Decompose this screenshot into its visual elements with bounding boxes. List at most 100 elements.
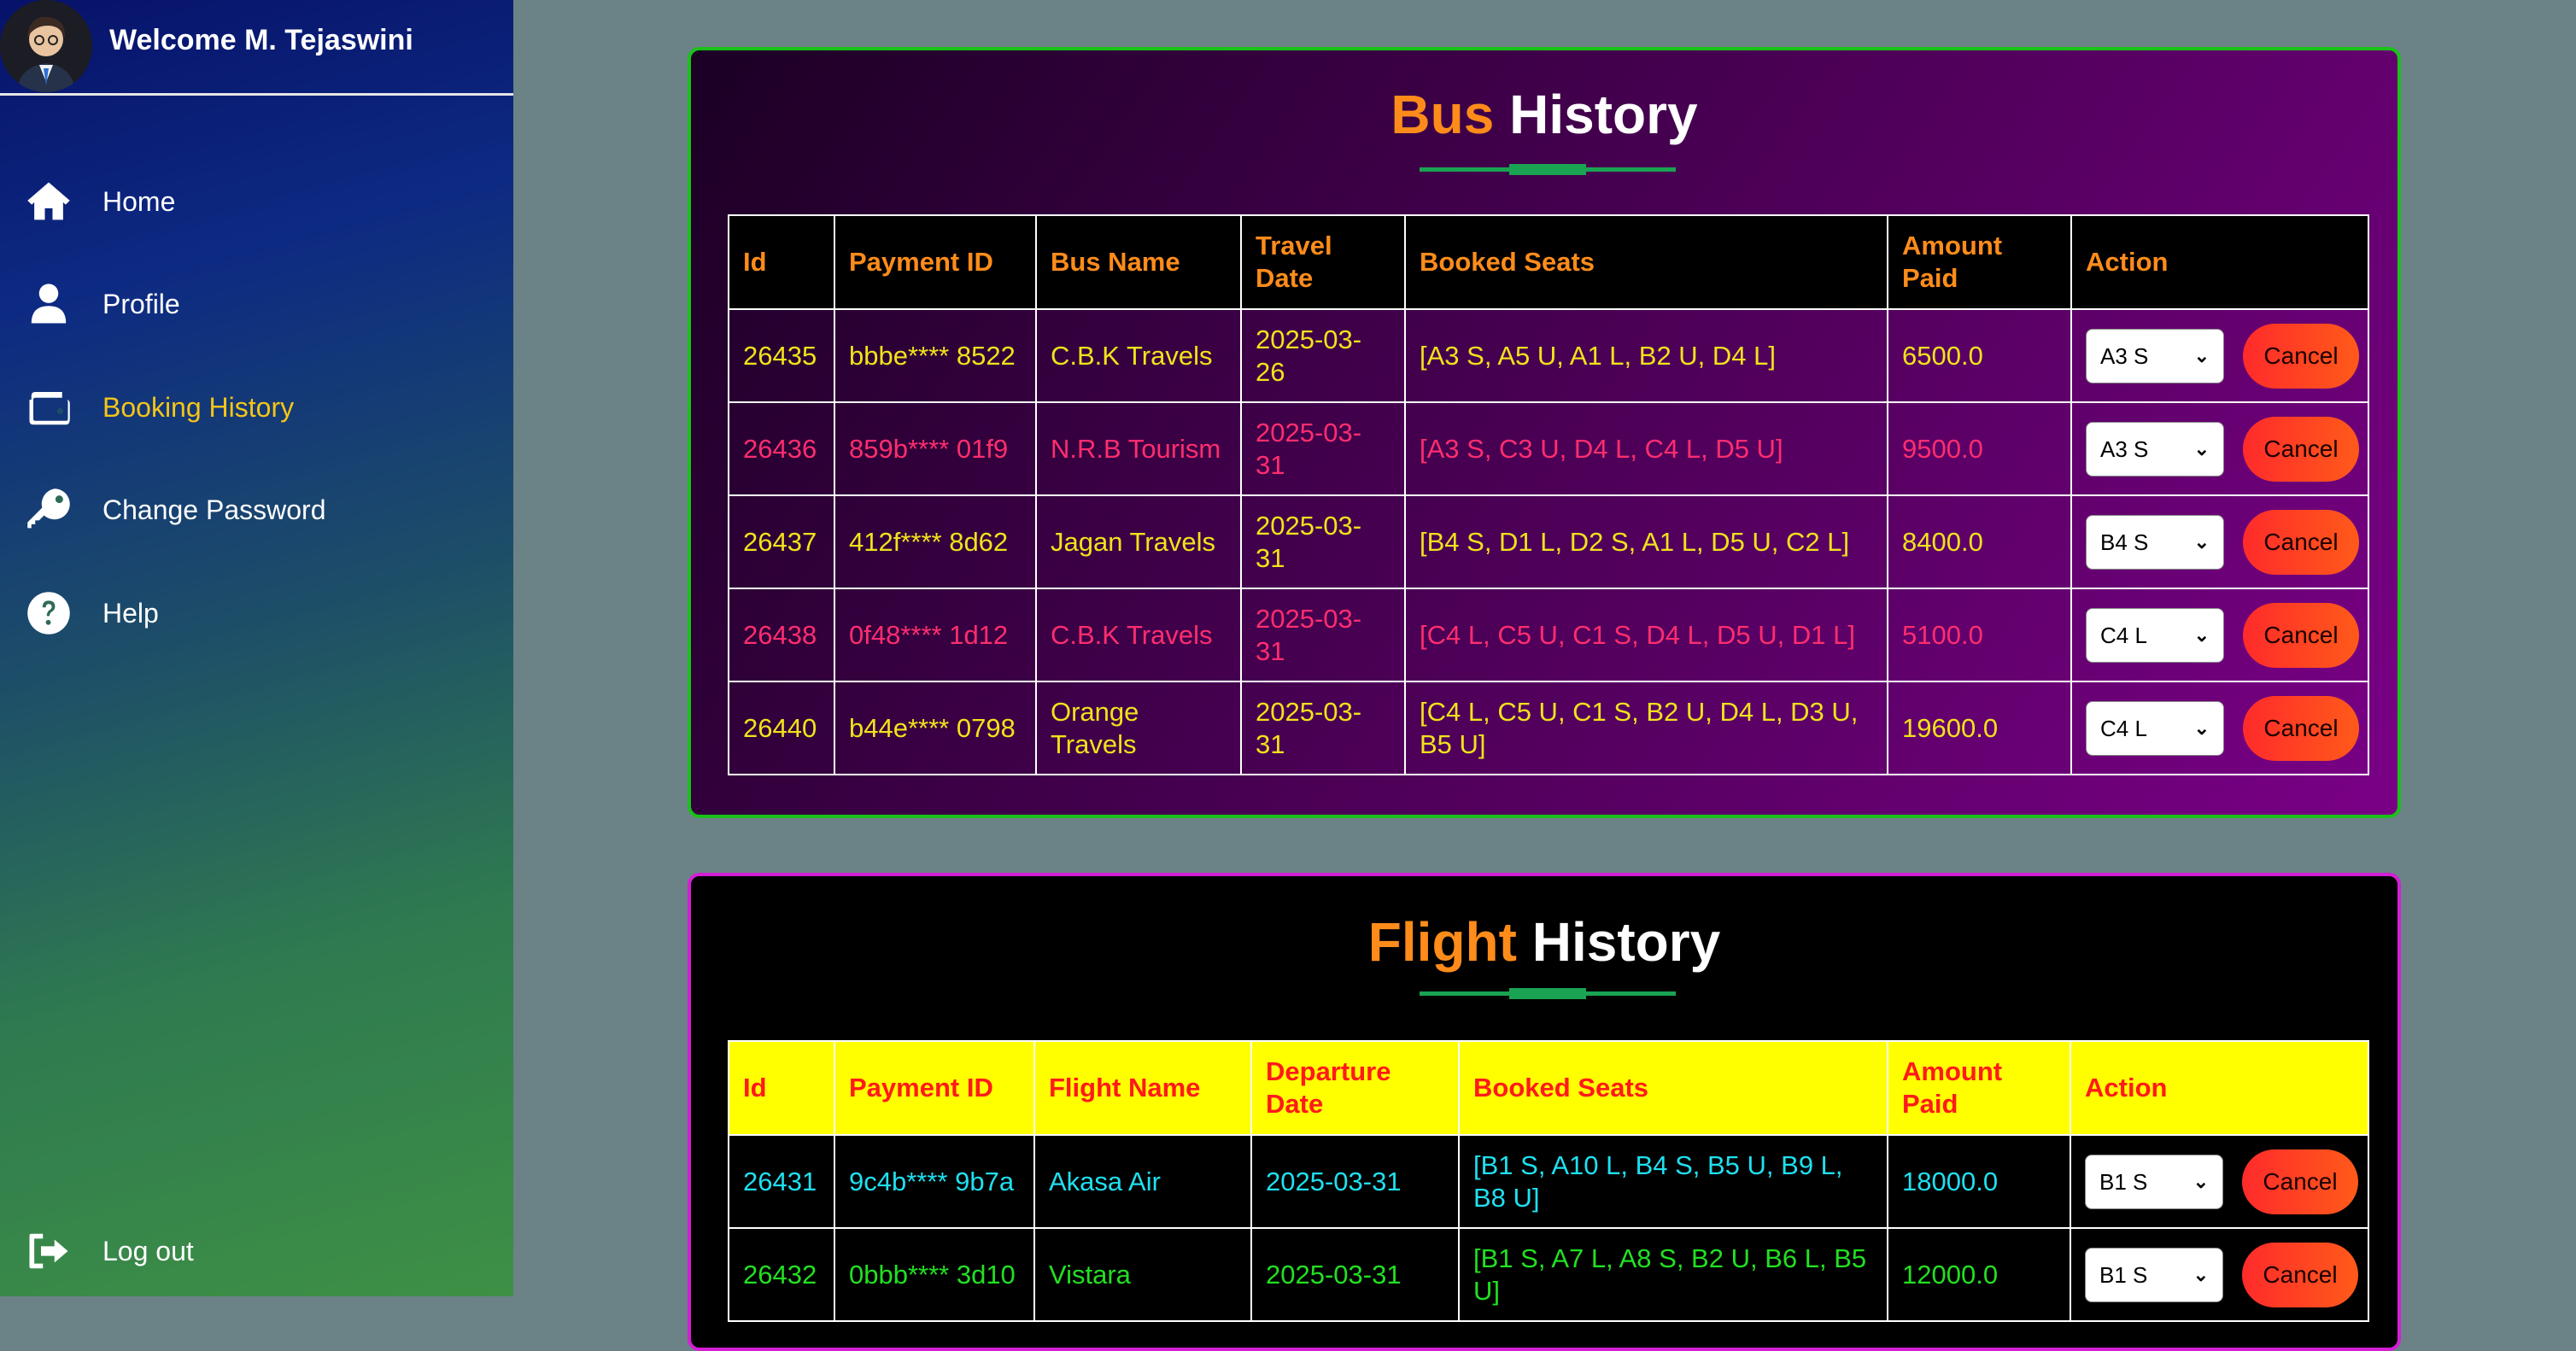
departure-date: 2025-03-31 bbox=[1250, 1227, 1460, 1322]
booked-seats: [A3 S, A5 U, A1 L, B2 U, D4 L] bbox=[1404, 308, 1888, 403]
column-header: Flight Name bbox=[1033, 1040, 1252, 1136]
amount-paid: 19600.0 bbox=[1887, 681, 2072, 775]
column-header: Action bbox=[2070, 1040, 2369, 1136]
payment-id: 9c4b**** 9b7a bbox=[834, 1134, 1035, 1229]
key-icon bbox=[24, 485, 73, 535]
flight-name: Vistara bbox=[1033, 1227, 1252, 1322]
travel-date: 2025-03-26 bbox=[1240, 308, 1406, 403]
column-header: Booked Seats bbox=[1458, 1040, 1888, 1136]
action-cell: C4 L ⌄ Cancel bbox=[2070, 681, 2369, 775]
nav-item-home[interactable]: Home bbox=[0, 167, 513, 236]
bus-name: Orange Travels bbox=[1035, 681, 1242, 775]
booked-seats: [A3 S, C3 U, D4 L, C4 L, D5 U] bbox=[1404, 401, 1888, 496]
cancel-button[interactable]: Cancel bbox=[2243, 695, 2359, 761]
flight-name: Akasa Air bbox=[1033, 1134, 1252, 1229]
welcome-text: Welcome M. Tejaswini bbox=[109, 24, 413, 56]
booked-seats: [B1 S, A10 L, B4 S, B5 U, B9 L, B8 U] bbox=[1458, 1134, 1888, 1229]
amount-paid: 9500.0 bbox=[1887, 401, 2072, 496]
travel-date: 2025-03-31 bbox=[1240, 401, 1406, 496]
table-row: 26435 bbbe**** 8522 C.B.K Travels 2025-0… bbox=[728, 308, 2369, 403]
column-header: Travel Date bbox=[1240, 214, 1406, 310]
cancel-button[interactable]: Cancel bbox=[2243, 602, 2359, 668]
bus-history-title: Bus History bbox=[1390, 84, 1698, 145]
travel-date: 2025-03-31 bbox=[1240, 588, 1406, 682]
cancel-button[interactable]: Cancel bbox=[2243, 416, 2359, 482]
bus-name: C.B.K Travels bbox=[1035, 588, 1242, 682]
seat-select[interactable]: B1 S ⌄ bbox=[2085, 1247, 2223, 1302]
cancel-button[interactable]: Cancel bbox=[2242, 1149, 2358, 1214]
cancel-button[interactable]: Cancel bbox=[2243, 323, 2359, 389]
amount-paid: 8400.0 bbox=[1887, 494, 2072, 589]
chevron-down-icon: ⌄ bbox=[2193, 716, 2210, 739]
bus-name: N.R.B Tourism bbox=[1035, 401, 1242, 496]
seat-select[interactable]: C4 L ⌄ bbox=[2086, 607, 2224, 663]
nav-label: Change Password bbox=[102, 494, 326, 525]
payment-id: 412f**** 8d62 bbox=[834, 494, 1037, 589]
bus-history-table: Id Payment ID Bus Name Travel Date Booke… bbox=[728, 214, 2369, 775]
departure-date: 2025-03-31 bbox=[1250, 1134, 1460, 1229]
flight-history-panel: Flight History Id Payment ID Flight Name… bbox=[688, 873, 2401, 1351]
amount-paid: 12000.0 bbox=[1887, 1227, 2071, 1322]
title-underline bbox=[1420, 988, 1676, 999]
seat-select[interactable]: B4 S ⌄ bbox=[2086, 514, 2224, 570]
payment-id: b44e**** 0798 bbox=[834, 681, 1037, 775]
payment-id: bbbe**** 8522 bbox=[834, 308, 1037, 403]
chevron-down-icon: ⌄ bbox=[2193, 623, 2210, 646]
seat-select[interactable]: B1 S ⌄ bbox=[2085, 1154, 2223, 1209]
column-header: Id bbox=[728, 1040, 835, 1136]
cancel-button[interactable]: Cancel bbox=[2243, 509, 2359, 575]
nav-item-profile[interactable]: Profile bbox=[0, 270, 513, 338]
booked-seats: [B4 S, D1 L, D2 S, A1 L, D5 U, C2 L] bbox=[1404, 494, 1888, 589]
table-row: 26431 9c4b**** 9b7a Akasa Air 2025-03-31… bbox=[728, 1134, 2369, 1229]
chevron-down-icon: ⌄ bbox=[2193, 1263, 2209, 1285]
user-icon bbox=[24, 279, 73, 329]
seat-select[interactable]: C4 L ⌄ bbox=[2086, 700, 2224, 756]
column-header: Action bbox=[2070, 214, 2369, 310]
home-icon bbox=[24, 177, 73, 226]
bus-name: C.B.K Travels bbox=[1035, 308, 1242, 403]
bus-history-panel: Bus History Id Payment ID Bus Name Trave… bbox=[688, 47, 2401, 818]
nav-item-change-password[interactable]: Change Password bbox=[0, 476, 513, 544]
action-cell: A3 S ⌄ Cancel bbox=[2070, 308, 2369, 403]
nav-label: Home bbox=[102, 185, 176, 217]
bus-name: Jagan Travels bbox=[1035, 494, 1242, 589]
amount-paid: 5100.0 bbox=[1887, 588, 2072, 682]
booked-seats: [B1 S, A7 L, A8 S, B2 U, B6 L, B5 U] bbox=[1458, 1227, 1888, 1322]
amount-paid: 6500.0 bbox=[1887, 308, 2072, 403]
column-header: Departure Date bbox=[1250, 1040, 1460, 1136]
booked-seats: [C4 L, C5 U, C1 S, D4 L, D5 U, D1 L] bbox=[1404, 588, 1888, 682]
nav-label: Profile bbox=[102, 288, 180, 319]
logout-button[interactable]: Log out bbox=[0, 1217, 513, 1285]
seat-select[interactable]: A3 S ⌄ bbox=[2086, 328, 2224, 383]
action-cell: B1 S ⌄ Cancel bbox=[2070, 1134, 2369, 1229]
question-icon bbox=[24, 588, 73, 638]
wallet-icon bbox=[24, 383, 73, 432]
column-header: Bus Name bbox=[1035, 214, 1242, 310]
logout-icon bbox=[24, 1226, 73, 1276]
action-cell: C4 L ⌄ Cancel bbox=[2070, 588, 2369, 682]
flight-history-table: Id Payment ID Flight Name Departure Date… bbox=[728, 1040, 2369, 1322]
table-header-row: Id Payment ID Bus Name Travel Date Booke… bbox=[728, 214, 2369, 310]
booking-id: 26432 bbox=[728, 1227, 835, 1322]
booked-seats: [C4 L, C5 U, C1 S, B2 U, D4 L, D3 U, B5 … bbox=[1404, 681, 1888, 775]
column-header: Booked Seats bbox=[1404, 214, 1888, 310]
cancel-button[interactable]: Cancel bbox=[2242, 1242, 2358, 1307]
seat-select[interactable]: A3 S ⌄ bbox=[2086, 421, 2224, 477]
travel-date: 2025-03-31 bbox=[1240, 681, 1406, 775]
nav-label: Booking History bbox=[102, 391, 295, 423]
column-header: Payment ID bbox=[834, 214, 1037, 310]
nav-item-help[interactable]: Help bbox=[0, 579, 513, 647]
table-row: 26432 0bbb**** 3d10 Vistara 2025-03-31 [… bbox=[728, 1227, 2369, 1322]
column-header: Payment ID bbox=[834, 1040, 1035, 1136]
booking-id: 26440 bbox=[728, 681, 835, 775]
action-cell: B1 S ⌄ Cancel bbox=[2070, 1227, 2369, 1322]
column-header: Amount Paid bbox=[1887, 1040, 2071, 1136]
chevron-down-icon: ⌄ bbox=[2193, 344, 2210, 366]
table-row: 26440 b44e**** 0798 Orange Travels 2025-… bbox=[728, 681, 2369, 775]
payment-id: 0f48**** 1d12 bbox=[834, 588, 1037, 682]
booking-id: 26431 bbox=[728, 1134, 835, 1229]
nav-item-booking-history[interactable]: Booking History bbox=[0, 373, 513, 442]
sidebar: Welcome M. Tejaswini Home Profile Bookin… bbox=[0, 0, 513, 1296]
payment-id: 859b**** 01f9 bbox=[834, 401, 1037, 496]
booking-id: 26435 bbox=[728, 308, 835, 403]
